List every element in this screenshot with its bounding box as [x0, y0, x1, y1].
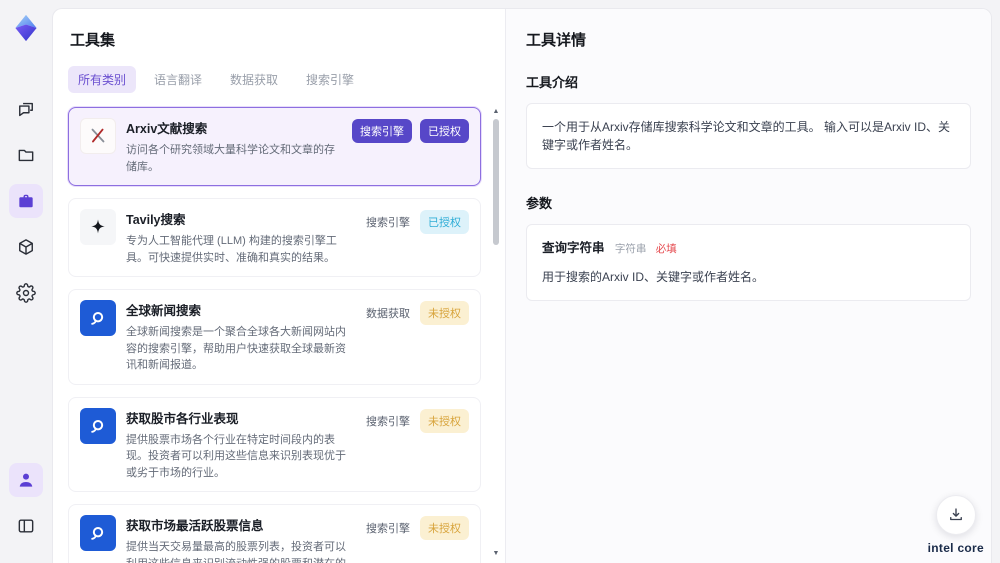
folder-icon [18, 149, 34, 162]
stock-app-logo-icon [80, 515, 116, 551]
stock-app-logo-icon [80, 407, 116, 444]
gear-icon [16, 283, 36, 303]
auth-status-badge: 未授权 [420, 516, 469, 540]
tool-description: 全球新闻搜索是一个聚合全球各大新闻网站内容的搜索引擎，帮助用户快速获取全球最新资… [126, 326, 346, 371]
sidebar-item-collapse[interactable] [9, 509, 43, 543]
chat-icon [19, 102, 33, 117]
details-title: 工具详情 [526, 32, 587, 49]
tool-description: 提供当天交易量最高的股票列表，投资者可以利用这些信息来识别流动性强的股票和潜在的… [126, 541, 346, 563]
scroll-down-arrow[interactable]: ▼ [491, 549, 501, 559]
arxiv-logo-icon [80, 118, 116, 154]
user-icon [19, 473, 33, 487]
category-badge: 搜索引擎 [366, 415, 410, 428]
tool-card-sector-performance[interactable]: 获取股市各行业表现 提供股票市场各个行业在特定时间段内的表现。投资者可以利用这些… [68, 396, 481, 492]
tool-name: 获取股市各行业表现 [126, 411, 239, 426]
auth-status-badge: 已授权 [420, 119, 469, 143]
param-name: 查询字符串 [542, 241, 605, 255]
param-box: 查询字符串 字符串 必填 用于搜索的Arxiv ID、关键字或作者姓名。 [526, 224, 971, 301]
news-app-logo-icon [80, 300, 116, 336]
tab-search-engine[interactable]: 搜索引擎 [296, 66, 364, 93]
briefcase-icon [19, 194, 33, 208]
tool-description: 提供股票市场各个行业在特定时间段内的表现。投资者可以利用这些信息来识别表现优于或… [126, 433, 346, 479]
category-tabs: 所有类别 语言翻译 数据获取 搜索引擎 [68, 66, 505, 93]
tools-panel: 工具集 所有类别 语言翻译 数据获取 搜索引擎 Arxiv文献搜索 访问各个研究… [53, 9, 505, 563]
auth-status-badge: 未授权 [420, 408, 469, 433]
tool-card-tavily[interactable]: Tavily搜索 专为人工智能代理 (LLM) 构建的搜索引擎工具。可快速提供实… [68, 198, 481, 277]
intro-heading: 工具介绍 [526, 75, 579, 90]
diamond-logo-icon [15, 14, 37, 42]
tool-details-panel: 工具详情 工具介绍 一个用于从Arxiv存储库搜索科学论文和文章的工具。 输入可… [505, 9, 991, 563]
scroll-up-arrow[interactable]: ▲ [491, 107, 501, 117]
app-logo [8, 10, 44, 46]
sidebar-item-models[interactable] [9, 230, 43, 264]
panel-icon [18, 519, 34, 533]
sidebar-item-profile[interactable] [9, 463, 43, 497]
intel-core-logo: intel core [927, 541, 984, 555]
tab-data-fetch[interactable]: 数据获取 [220, 66, 288, 93]
tool-list: Arxiv文献搜索 访问各个研究领域大量科学论文和文章的存储库。 搜索引擎 已授… [66, 105, 505, 563]
tool-card-most-active-stocks[interactable]: 获取市场最活跃股票信息 提供当天交易量最高的股票列表，投资者可以利用这些信息来识… [68, 504, 481, 563]
category-badge: 数据获取 [366, 308, 410, 320]
auth-status-badge: 未授权 [420, 301, 469, 325]
sidebar-item-tools[interactable] [9, 184, 43, 218]
cube-icon [19, 239, 33, 255]
sidebar-item-settings[interactable] [9, 276, 43, 310]
main-panel: 工具集 所有类别 语言翻译 数据获取 搜索引擎 Arxiv文献搜索 访问各个研究… [52, 8, 992, 563]
corner-widgets: intel core [928, 495, 984, 555]
sidebar-item-files[interactable] [9, 138, 43, 172]
intro-box: 一个用于从Arxiv存储库搜索科学论文和文章的工具。 输入可以是Arxiv ID… [526, 103, 971, 169]
tool-description: 专为人工智能代理 (LLM) 构建的搜索引擎工具。可快速提供实时、准确和真实的结… [126, 235, 337, 264]
param-type: 字符串 [614, 243, 647, 255]
sidebar-item-chat[interactable] [9, 92, 43, 126]
scrollbar-thumb[interactable] [493, 119, 499, 245]
params-heading: 参数 [526, 196, 553, 211]
category-badge: 搜索引擎 [366, 217, 410, 229]
tool-name: 全球新闻搜索 [126, 304, 202, 318]
tool-description: 访问各个研究领域大量科学论文和文章的存储库。 [126, 144, 335, 173]
tavily-logo-icon [80, 209, 116, 245]
download-icon [949, 508, 962, 521]
download-button[interactable] [935, 495, 976, 535]
intro-text: 一个用于从Arxiv存储库搜索科学论文和文章的工具。 输入可以是Arxiv ID… [542, 120, 951, 152]
sidebar [0, 0, 52, 563]
param-required-label: 必填 [655, 243, 677, 255]
tool-card-arxiv[interactable]: Arxiv文献搜索 访问各个研究领域大量科学论文和文章的存储库。 搜索引擎 已授… [68, 107, 481, 186]
list-scrollbar[interactable]: ▲ ▼ [491, 105, 501, 563]
tool-name: Arxiv文献搜索 [126, 122, 208, 136]
tool-name: Tavily搜索 [126, 213, 186, 227]
app-window: 工具集 所有类别 语言翻译 数据获取 搜索引擎 Arxiv文献搜索 访问各个研究… [0, 0, 1000, 563]
tool-card-global-news[interactable]: 全球新闻搜索 全球新闻搜索是一个聚合全球各大新闻网站内容的搜索引擎，帮助用户快速… [68, 289, 481, 385]
category-badge: 搜索引擎 [352, 119, 412, 143]
category-badge: 搜索引擎 [366, 523, 410, 535]
page-title: 工具集 [70, 32, 116, 49]
param-description: 用于搜索的Arxiv ID、关键字或作者姓名。 [542, 269, 765, 284]
tool-name: 获取市场最活跃股票信息 [126, 519, 264, 533]
auth-status-badge: 已授权 [420, 210, 469, 234]
tab-all-categories[interactable]: 所有类别 [68, 66, 137, 93]
tab-language-translation[interactable]: 语言翻译 [144, 66, 212, 93]
